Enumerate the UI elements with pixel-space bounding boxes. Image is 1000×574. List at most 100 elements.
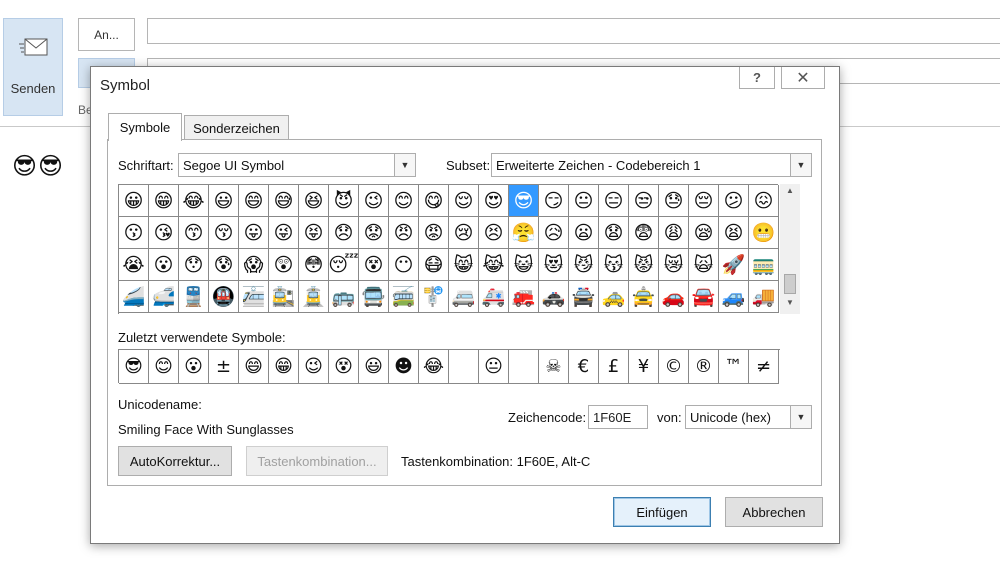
symbol-cell[interactable]: 😸 xyxy=(449,249,479,281)
recent-symbol-cell[interactable]: ± xyxy=(209,350,239,384)
symbol-cell[interactable]: 😘 xyxy=(149,217,179,249)
symbol-cell[interactable]: 🚇 xyxy=(209,281,239,313)
recent-symbol-cell[interactable]: © xyxy=(659,350,689,384)
recent-symbol-cell[interactable]: 😵 xyxy=(329,350,359,384)
symbol-cell[interactable]: 😑 xyxy=(599,185,629,217)
symbol-cell[interactable]: 😌 xyxy=(449,185,479,217)
symbol-cell[interactable]: 🚍 xyxy=(359,281,389,313)
symbol-cell[interactable]: 😳 xyxy=(299,249,329,281)
symbol-cell[interactable]: 😹 xyxy=(479,249,509,281)
symbol-cell[interactable]: 😺 xyxy=(509,249,539,281)
symbol-grid[interactable]: 😀 😁 😂 😃 😄 😅 😆 😈 😉 😊 😋 😌 😍 😎 😏 😐 😑 😒 😓 😔 😕 😖 😗 😘 😙 😚 😛 😜 😝 😞 😟 😠 😡 😢 😣 😤 😥 😦 😧 😨… xyxy=(118,184,779,314)
symbol-cell[interactable]: 🚆 xyxy=(179,281,209,313)
close-button[interactable]: ✕ xyxy=(781,67,825,89)
symbol-cell[interactable]: 😬 xyxy=(749,217,779,249)
symbol-cell[interactable]: 🚉 xyxy=(269,281,299,313)
symbol-cell[interactable]: 🚏 xyxy=(419,281,449,313)
recent-symbol-cell[interactable]: 😂 xyxy=(419,350,449,384)
scroll-thumb[interactable] xyxy=(784,274,796,294)
symbol-cell[interactable]: 🚔 xyxy=(569,281,599,313)
autocorrect-button[interactable]: AutoKorrektur... xyxy=(118,446,232,476)
recent-symbol-cell[interactable]: 😉 xyxy=(299,350,329,384)
symbol-cell[interactable]: 😍 xyxy=(479,185,509,217)
symbol-cell[interactable]: 😪 xyxy=(689,217,719,249)
symbol-cell[interactable]: 😉 xyxy=(359,185,389,217)
symbol-cell[interactable]: 😂 xyxy=(179,185,209,217)
symbol-cell[interactable]: 😦 xyxy=(569,217,599,249)
symbol-cell[interactable]: 😏 xyxy=(539,185,569,217)
symbol-cell[interactable]: 😨 xyxy=(629,217,659,249)
symbol-cell[interactable]: 🚀 xyxy=(719,249,749,281)
symbol-cell[interactable]: 🚄 xyxy=(119,281,149,313)
symbol-cell[interactable]: 😕 xyxy=(719,185,749,217)
recent-symbol-cell[interactable]: ™ xyxy=(719,350,749,384)
scroll-up-icon[interactable]: ▲ xyxy=(780,186,800,200)
recent-symbol-cell[interactable]: 😊 xyxy=(149,350,179,384)
recent-symbol-cell[interactable]: 😃 xyxy=(359,350,389,384)
chevron-down-icon[interactable]: ▼ xyxy=(394,154,415,176)
symbol-cell[interactable]: 😖 xyxy=(749,185,779,217)
symbol-cell[interactable]: 🚌 xyxy=(329,281,359,313)
symbol-cell[interactable]: 😚 xyxy=(209,217,239,249)
symbol-cell[interactable]: 😋 xyxy=(419,185,449,217)
symbol-cell[interactable]: 😟 xyxy=(359,217,389,249)
symbol-cell[interactable]: 😐 xyxy=(569,185,599,217)
recent-symbol-cell[interactable]: 😁 xyxy=(269,350,299,384)
recent-symbol-cell[interactable] xyxy=(509,350,539,384)
symbol-cell[interactable]: 😰 xyxy=(209,249,239,281)
symbol-cell[interactable]: 😒 xyxy=(629,185,659,217)
symbol-cell[interactable]: 😈 xyxy=(329,185,359,217)
symbol-cell[interactable]: 😎 xyxy=(509,185,539,217)
to-button[interactable]: An... xyxy=(78,18,135,51)
send-button[interactable]: Senden xyxy=(3,18,63,116)
shortcut-button[interactable]: Tastenkombination... xyxy=(246,446,388,476)
symbol-cell[interactable]: 🙀 xyxy=(689,249,719,281)
symbol-cell[interactable]: 😔 xyxy=(689,185,719,217)
symbol-cell[interactable]: 🚘 xyxy=(689,281,719,313)
recent-symbol-cell[interactable]: £ xyxy=(599,350,629,384)
symbol-cell[interactable]: 🚓 xyxy=(539,281,569,313)
cancel-button[interactable]: Abbrechen xyxy=(725,497,823,527)
from-select[interactable]: Unicode (hex) ▼ xyxy=(685,405,812,429)
symbol-cell[interactable]: 😽 xyxy=(599,249,629,281)
chevron-down-icon[interactable]: ▼ xyxy=(790,154,811,176)
symbol-cell[interactable]: 😷 xyxy=(419,249,449,281)
symbol-cell[interactable]: 😗 xyxy=(119,217,149,249)
recent-symbol-cell[interactable]: ≠ xyxy=(749,350,779,384)
symbol-cell[interactable]: 😄 xyxy=(239,185,269,217)
symbol-cell[interactable]: 🚒 xyxy=(509,281,539,313)
symbol-cell[interactable]: 😓 xyxy=(659,185,689,217)
mail-body[interactable]: 😎😎 xyxy=(12,152,64,180)
symbol-cell[interactable]: 🚑 xyxy=(479,281,509,313)
recent-symbol-cell[interactable]: 😎 xyxy=(119,350,149,384)
symbol-cell[interactable]: 😜 xyxy=(269,217,299,249)
symbol-cell[interactable]: 🚊 xyxy=(299,281,329,313)
symbol-cell[interactable]: 🚗 xyxy=(659,281,689,313)
symbol-cell[interactable]: 😴 xyxy=(329,249,359,281)
symbol-cell[interactable]: 🚎 xyxy=(389,281,419,313)
symbol-cell[interactable]: 😻 xyxy=(539,249,569,281)
symbol-cell[interactable]: 😢 xyxy=(449,217,479,249)
recent-symbol-cell[interactable]: 😐 xyxy=(479,350,509,384)
symbol-cell[interactable]: 🚙 xyxy=(719,281,749,313)
symbol-cell[interactable]: 😾 xyxy=(629,249,659,281)
symbol-cell[interactable]: 😊 xyxy=(389,185,419,217)
recent-symbol-cell[interactable]: € xyxy=(569,350,599,384)
recent-symbol-cell[interactable]: 😄 xyxy=(239,350,269,384)
help-button[interactable]: ? xyxy=(739,67,775,89)
symbol-cell[interactable]: 🚖 xyxy=(629,281,659,313)
recent-symbol-cell[interactable]: 😮 xyxy=(179,350,209,384)
symbol-cell[interactable]: 😿 xyxy=(659,249,689,281)
symbol-cell[interactable]: 😮 xyxy=(149,249,179,281)
recent-symbol-cell[interactable]: ☠ xyxy=(539,350,569,384)
symbol-cell[interactable]: 😠 xyxy=(389,217,419,249)
symbol-cell[interactable]: 😁 xyxy=(149,185,179,217)
scroll-down-icon[interactable]: ▼ xyxy=(780,298,800,312)
symbol-cell[interactable]: 🚐 xyxy=(449,281,479,313)
font-select[interactable]: Segoe UI Symbol ▼ xyxy=(178,153,416,177)
recent-symbol-cell[interactable]: ® xyxy=(689,350,719,384)
symbol-cell[interactable]: 😆 xyxy=(299,185,329,217)
symbol-cell[interactable]: 😡 xyxy=(419,217,449,249)
symbol-cell[interactable]: 😯 xyxy=(179,249,209,281)
tab-symbole[interactable]: Symbole xyxy=(108,113,182,141)
